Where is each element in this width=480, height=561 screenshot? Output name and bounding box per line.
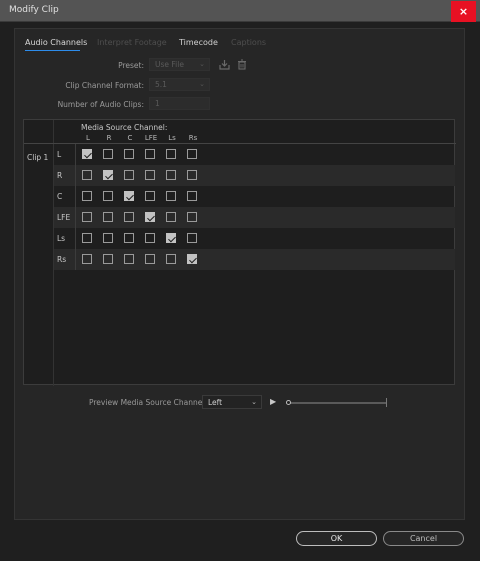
format-value: 5.1 [155,80,167,89]
chevron-down-icon: ⌄ [199,80,205,88]
channel-checkbox-ls-ls[interactable] [166,233,176,243]
channel-checkbox-l-c[interactable] [124,149,134,159]
chevron-down-icon: ⌄ [251,398,257,406]
row-label: Ls [54,228,76,249]
tab-timecode[interactable]: Timecode [179,38,218,47]
dialog-body: Audio Channels Interpret Footage Timecod… [14,28,465,520]
channel-checkbox-r-c[interactable] [124,170,134,180]
clips-label: Number of Audio Clips: [57,100,144,109]
channel-checkbox-rs-c[interactable] [124,254,134,264]
channel-checkbox-lfe-c[interactable] [124,212,134,222]
channel-row-c: C [54,186,455,207]
column-header: LFE [144,134,158,142]
chevron-down-icon: ⌄ [199,60,205,68]
preview-channel-value: Left [208,398,223,407]
trash-icon[interactable] [237,59,247,73]
tab-interpret-footage: Interpret Footage [97,38,167,47]
channel-checkbox-r-lfe[interactable] [145,170,155,180]
play-icon[interactable]: ▶ [270,397,276,406]
channel-checkbox-c-rs[interactable] [187,191,197,201]
matrix-header: Media Source Channel: [81,123,168,132]
channel-checkbox-l-ls[interactable] [166,149,176,159]
window-title: Modify Clip [9,5,59,15]
title-bar: Modify Clip × [0,0,480,22]
channel-checkbox-c-l[interactable] [82,191,92,201]
preview-channel-select[interactable]: Left ⌄ [202,395,262,409]
preview-scrubber-handle[interactable] [286,400,291,405]
row-label: LFE [54,207,76,228]
row-label: Rs [54,249,76,270]
clip-label: Clip 1 [27,153,49,162]
channel-checkbox-ls-l[interactable] [82,233,92,243]
channel-checkbox-c-ls[interactable] [166,191,176,201]
cancel-button[interactable]: Cancel [383,531,464,546]
channel-checkbox-ls-rs[interactable] [187,233,197,243]
format-select[interactable]: 5.1 ⌄ [149,78,210,91]
channel-checkbox-l-lfe[interactable] [145,149,155,159]
clips-input[interactable]: 1 [149,97,210,110]
channel-checkbox-rs-r[interactable] [103,254,113,264]
channel-row-r: R [54,165,455,186]
preset-value: Use File [155,60,184,69]
channel-checkbox-l-r[interactable] [103,149,113,159]
active-tab-underline [25,50,80,51]
preset-select[interactable]: Use File ⌄ [149,58,210,71]
column-header: Ls [168,134,176,142]
column-header: C [127,134,133,142]
channel-row-lfe: LFE [54,207,455,228]
channel-checkbox-lfe-lfe[interactable] [145,212,155,222]
close-button[interactable]: × [451,1,476,22]
format-label: Clip Channel Format: [65,81,144,90]
channel-checkbox-lfe-l[interactable] [82,212,92,222]
channel-matrix: Media Source Channel: L R C LFE Ls Rs Cl… [23,119,456,386]
preview-scrubber-track[interactable] [288,402,387,404]
tab-captions: Captions [231,38,267,47]
ok-button[interactable]: OK [296,531,377,546]
channel-checkbox-c-c[interactable] [124,191,134,201]
channel-row-l: L [54,144,455,165]
save-preset-icon[interactable] [219,59,230,73]
channel-checkbox-r-l[interactable] [82,170,92,180]
channel-checkbox-c-lfe[interactable] [145,191,155,201]
channel-checkbox-r-ls[interactable] [166,170,176,180]
row-label: C [54,186,76,207]
clips-value: 1 [155,99,160,108]
channel-checkbox-lfe-ls[interactable] [166,212,176,222]
channel-checkbox-l-l[interactable] [82,149,92,159]
channel-checkbox-rs-l[interactable] [82,254,92,264]
channel-checkbox-rs-lfe[interactable] [145,254,155,264]
channel-checkbox-ls-lfe[interactable] [145,233,155,243]
channel-checkbox-r-rs[interactable] [187,170,197,180]
channel-checkbox-r-r[interactable] [103,170,113,180]
channel-row-rs: Rs [54,249,455,270]
channel-checkbox-l-rs[interactable] [187,149,197,159]
column-header: L [86,134,90,142]
channel-checkbox-lfe-r[interactable] [103,212,113,222]
preset-label: Preset: [118,61,144,70]
column-header: R [106,134,112,142]
column-header: Rs [188,134,198,142]
channel-checkbox-rs-ls[interactable] [166,254,176,264]
row-label: R [54,165,76,186]
channel-checkbox-ls-r[interactable] [103,233,113,243]
preview-channel-label: Preview Media Source Channel: [89,398,207,407]
channel-checkbox-c-r[interactable] [103,191,113,201]
channel-checkbox-ls-c[interactable] [124,233,134,243]
channel-checkbox-rs-rs[interactable] [187,254,197,264]
channel-row-ls: Ls [54,228,455,249]
preview-scrubber-end [386,398,387,407]
channel-checkbox-lfe-rs[interactable] [187,212,197,222]
tab-audio-channels[interactable]: Audio Channels [25,38,87,47]
row-label: L [54,144,76,165]
